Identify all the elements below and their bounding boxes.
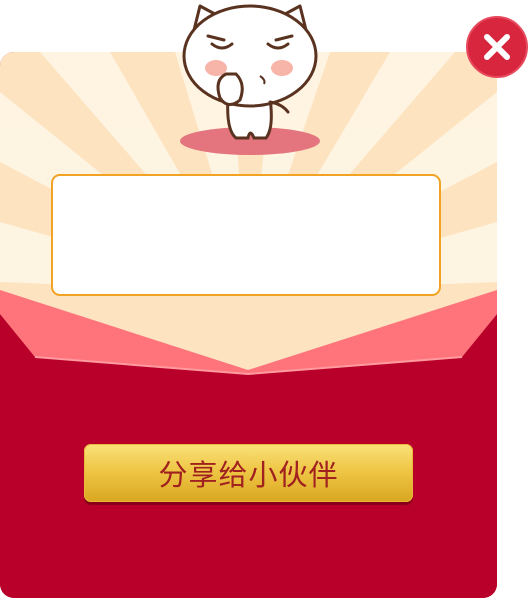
cat-mascot-icon [180, 4, 320, 155]
close-button[interactable] [466, 16, 528, 78]
share-to-friends-button[interactable]: 分享给小伙伴 [84, 444, 413, 502]
share-button-label: 分享给小伙伴 [158, 458, 339, 492]
red-envelope-dialog: 分享给小伙伴 [0, 0, 530, 599]
close-icon [484, 34, 510, 60]
message-box [51, 174, 441, 296]
